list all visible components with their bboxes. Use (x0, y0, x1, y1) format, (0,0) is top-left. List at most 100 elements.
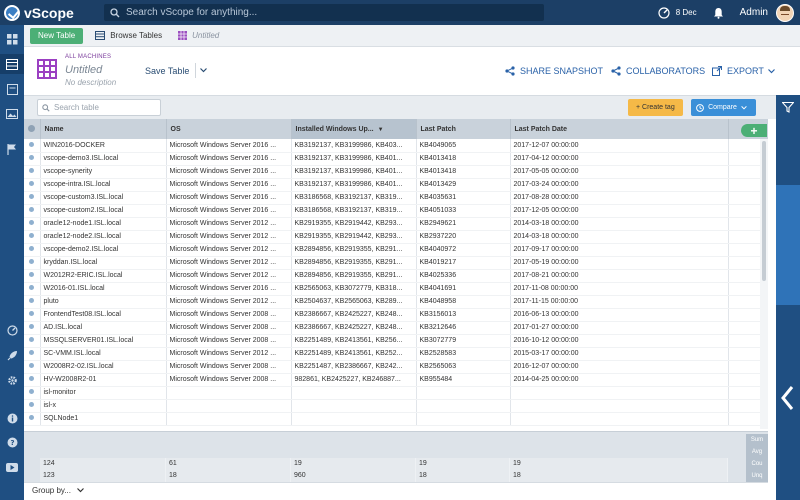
table-description[interactable]: No description (65, 78, 116, 87)
row-select-dot[interactable] (24, 178, 41, 192)
cell-name[interactable]: SQLNode1 (40, 412, 167, 426)
cell-last-patch-date[interactable] (510, 412, 729, 426)
cell-installed-updates[interactable]: KB2251489, KB2413561, KB252... (291, 347, 417, 361)
image-icon[interactable] (0, 104, 24, 124)
cell-os[interactable]: Microsoft Windows Server 2008 ... (166, 334, 292, 348)
export-button[interactable]: EXPORT (712, 66, 780, 76)
app-logo[interactable]: vScope (0, 4, 100, 21)
cell-os[interactable]: Microsoft Windows Server 2016 ... (166, 152, 292, 166)
cell-last-patch[interactable]: KB4013418 (416, 152, 511, 166)
cell-last-patch-date[interactable]: 2016-10-12 00:00:00 (510, 334, 729, 348)
cell-last-patch-date[interactable] (510, 386, 729, 400)
table-row[interactable]: SQLNode1 (24, 412, 768, 426)
chevron-left-icon[interactable] (780, 385, 796, 411)
cell-last-patch[interactable]: KB955484 (416, 373, 511, 387)
cell-name[interactable]: kryddan.ISL.local (40, 256, 167, 270)
share-snapshot-button[interactable]: SHARE SNAPSHOT (505, 66, 603, 76)
select-all-checkbox[interactable] (24, 119, 41, 139)
cell-os[interactable]: Microsoft Windows Server 2012 ... (166, 256, 292, 270)
cell-last-patch-date[interactable]: 2016-12-07 00:00:00 (510, 360, 729, 374)
cell-os[interactable]: Microsoft Windows Server 2012 ... (166, 295, 292, 309)
cell-os[interactable] (166, 386, 292, 400)
cell-installed-updates[interactable]: KB2386667, KB2425227, KB248... (291, 321, 417, 335)
cell-os[interactable]: Microsoft Windows Server 2016 ... (166, 191, 292, 205)
cell-name[interactable]: W2016-01.ISL.local (40, 282, 167, 296)
cell-installed-updates[interactable]: KB2894856, KB2919355, KB291... (291, 256, 417, 270)
cell-last-patch[interactable]: KB4025336 (416, 269, 511, 283)
cell-name[interactable]: SC-VMM.ISL.local (40, 347, 167, 361)
cell-name[interactable]: W2012R2-ERIC.ISL.local (40, 269, 167, 283)
cell-os[interactable] (166, 412, 292, 426)
cell-name[interactable]: vscope-synerity (40, 165, 167, 179)
cell-installed-updates[interactable]: KB2894856, KB2919355, KB291... (291, 269, 417, 283)
user-name[interactable]: Admin (740, 7, 768, 18)
row-select-dot[interactable] (24, 373, 41, 387)
cell-os[interactable]: Microsoft Windows Server 2008 ... (166, 373, 292, 387)
cell-last-patch[interactable]: KB2528583 (416, 347, 511, 361)
new-table-button[interactable]: New Table (30, 27, 84, 44)
row-select-dot[interactable] (24, 230, 41, 244)
row-select-dot[interactable] (24, 165, 41, 179)
cell-os[interactable]: Microsoft Windows Server 2016 ... (166, 139, 292, 153)
table-scope-label[interactable]: ALL MACHINES (65, 54, 111, 60)
table-row[interactable]: WIN2016-DOCKER Microsoft Windows Server 2… (24, 139, 768, 153)
table-row[interactable]: isl-monitor (24, 386, 768, 400)
column-header-last-patch[interactable]: Last Patch (416, 119, 511, 139)
cell-name[interactable]: pluto (40, 295, 167, 309)
cell-name[interactable]: WIN2016-DOCKER (40, 139, 167, 153)
row-select-dot[interactable] (24, 399, 41, 413)
cell-installed-updates[interactable]: KB2919355, KB2919442, KB293... (291, 230, 417, 244)
cell-installed-updates[interactable] (291, 412, 417, 426)
table-row[interactable]: vscope-demo3.ISL.local Microsoft Windows … (24, 152, 768, 166)
cell-os[interactable]: Microsoft Windows Server 2008 ... (166, 308, 292, 322)
table-row[interactable]: W2016-01.ISL.local Microsoft Windows Serv… (24, 282, 768, 296)
cell-os[interactable] (166, 399, 292, 413)
cell-last-patch[interactable]: KB4040972 (416, 243, 511, 257)
save-table-button[interactable]: Save Table (145, 66, 189, 76)
cell-installed-updates[interactable] (291, 386, 417, 400)
agg-label-count[interactable]: Cou (746, 458, 768, 470)
cell-os[interactable]: Microsoft Windows Server 2012 ... (166, 230, 292, 244)
cell-installed-updates[interactable]: KB3192137, KB3199986, KB401... (291, 165, 417, 179)
cell-name[interactable]: AD.ISL.local (40, 321, 167, 335)
cell-last-patch[interactable]: KB4013418 (416, 165, 511, 179)
column-header-os[interactable]: OS (166, 119, 292, 139)
cell-last-patch[interactable]: KB4035631 (416, 191, 511, 205)
cell-last-patch-date[interactable]: 2017-08-28 00:00:00 (510, 191, 729, 205)
cell-os[interactable]: Microsoft Windows Server 2016 ... (166, 178, 292, 192)
column-header-last-patch-date[interactable]: Last Patch Date (510, 119, 729, 139)
cell-last-patch[interactable]: KB4048958 (416, 295, 511, 309)
cell-last-patch-date[interactable]: 2017-11-08 00:00:00 (510, 282, 729, 296)
cell-installed-updates[interactable]: KB2251487, KB2386667, KB242... (291, 360, 417, 374)
cell-name[interactable]: vscope-intra.ISL.local (40, 178, 167, 192)
agg-label-avg[interactable]: Avg (746, 446, 768, 458)
cell-last-patch[interactable]: KB2949621 (416, 217, 511, 231)
table-row[interactable]: vscope-custom3.ISL.local Microsoft Window… (24, 191, 768, 205)
cell-last-patch[interactable]: KB3072779 (416, 334, 511, 348)
gauge-icon[interactable] (0, 320, 24, 340)
cell-last-patch-date[interactable]: 2017-08-21 00:00:00 (510, 269, 729, 283)
save-options-dropdown[interactable] (195, 63, 211, 78)
bell-icon[interactable] (713, 7, 724, 19)
agg-label-unique[interactable]: Unq (746, 470, 768, 482)
column-header-name[interactable]: Name (40, 119, 167, 139)
flag-icon[interactable] (0, 139, 24, 159)
cell-last-patch-date[interactable] (510, 399, 729, 413)
table-row[interactable]: HV-W2008R2-01 Microsoft Windows Server 20… (24, 373, 768, 387)
cell-last-patch[interactable]: KB3156013 (416, 308, 511, 322)
row-select-dot[interactable] (24, 191, 41, 205)
table-row[interactable]: isl-x (24, 399, 768, 413)
cell-last-patch-date[interactable]: 2015-03-17 00:00:00 (510, 347, 729, 361)
table-row[interactable]: kryddan.ISL.local Microsoft Windows Serve… (24, 256, 768, 270)
cell-installed-updates[interactable]: KB3192137, KB3199986, KB403... (291, 139, 417, 153)
cell-os[interactable]: Microsoft Windows Server 2008 ... (166, 360, 292, 374)
table-row[interactable]: oracle12-node1.ISL.local Microsoft Window… (24, 217, 768, 231)
cell-last-patch-date[interactable]: 2017-05-05 00:00:00 (510, 165, 729, 179)
cell-last-patch[interactable]: KB2937220 (416, 230, 511, 244)
row-select-dot[interactable] (24, 308, 41, 322)
table-row[interactable]: SC-VMM.ISL.local Microsoft Windows Server… (24, 347, 768, 361)
cell-os[interactable]: Microsoft Windows Server 2012 ... (166, 269, 292, 283)
cell-last-patch-date[interactable]: 2017-05-19 00:00:00 (510, 256, 729, 270)
row-select-dot[interactable] (24, 282, 41, 296)
table-title[interactable]: Untitled (65, 64, 102, 76)
